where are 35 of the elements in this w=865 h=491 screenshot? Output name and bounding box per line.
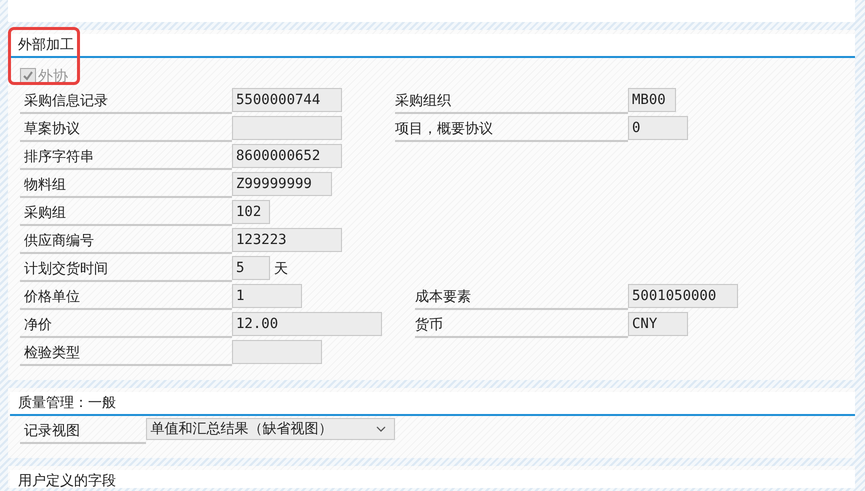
field-label: 货币 xyxy=(415,312,628,338)
field-label: 采购信息记录 xyxy=(20,88,232,114)
input-field[interactable]: MB00 xyxy=(628,88,676,112)
input-field[interactable]: CNY xyxy=(628,312,688,336)
input-field[interactable]: 123223 xyxy=(232,228,342,252)
input-field[interactable]: 12.00 xyxy=(232,312,382,336)
field-label: 成本要素 xyxy=(415,284,628,310)
input-field[interactable]: 8600000652 xyxy=(232,144,342,168)
checkbox-label: 外协 xyxy=(38,66,68,86)
field-label: 排序字符串 xyxy=(20,144,232,170)
field-label: 净价 xyxy=(20,312,232,338)
field-label: 物料组 xyxy=(20,172,232,198)
input-field[interactable] xyxy=(232,116,342,140)
input-field[interactable]: 0 xyxy=(628,116,688,140)
section-title: 质量管理：一般 xyxy=(18,395,116,411)
chevron-down-icon xyxy=(376,426,386,432)
unit-label: 天 xyxy=(274,260,288,279)
section-title: 外部加工 xyxy=(18,37,74,53)
field-label: 项目，概要协议 xyxy=(395,116,628,142)
field-label: 草案协议 xyxy=(20,116,232,142)
input-field[interactable]: 102 xyxy=(232,200,270,224)
dropdown[interactable]: 单值和汇总结果（缺省视图） xyxy=(146,418,395,440)
field-label: 价格单位 xyxy=(20,284,232,310)
field-label: 计划交货时间 xyxy=(20,256,232,282)
input-field[interactable]: 1 xyxy=(232,284,302,308)
field-label: 采购组织 xyxy=(395,88,628,114)
input-field[interactable]: Z99999999 xyxy=(232,172,332,196)
input-field[interactable]: 5 xyxy=(232,256,270,280)
field-label: 检验类型 xyxy=(20,340,232,366)
section-title: 用户定义的字段 xyxy=(18,473,116,488)
input-field[interactable] xyxy=(232,340,322,364)
input-field[interactable]: 5500000744 xyxy=(232,88,342,112)
field-label: 供应商编号 xyxy=(20,228,232,254)
input-field[interactable]: 5001050000 xyxy=(628,284,738,308)
field-label: 采购组 xyxy=(20,200,232,226)
